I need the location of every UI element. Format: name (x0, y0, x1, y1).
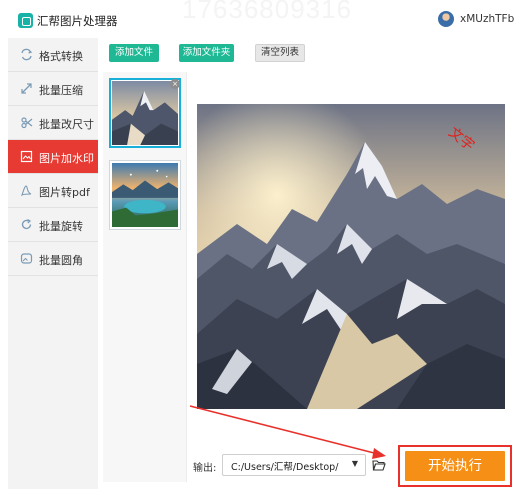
rotate-icon (20, 218, 33, 231)
sidebar-item-label: 批量改尺寸 (39, 118, 94, 131)
remove-thumbnail-icon[interactable]: × (170, 79, 180, 89)
thumbnail-image (112, 81, 178, 145)
resize-icon (20, 116, 33, 129)
sidebar-item-resize[interactable]: 批量改尺寸 (8, 106, 98, 140)
add-folder-button[interactable]: 添加文件夹 (179, 44, 234, 62)
sidebar-item-label: 图片转pdf (39, 186, 90, 199)
thumbnail-image (112, 163, 178, 227)
round-corner-icon (20, 252, 33, 265)
sidebar-item-watermark[interactable]: 图片加水印 (8, 140, 98, 174)
thumbnail-list: × (103, 72, 187, 482)
sidebar-item-to-pdf[interactable]: 图片转pdf (8, 174, 98, 208)
top-watermark-number: 17636809316 (182, 0, 353, 24)
sidebar-item-round-corner[interactable]: 批量圆角 (8, 242, 98, 276)
sidebar-item-label: 批量压缩 (39, 84, 83, 97)
sidebar-item-label: 格式转换 (39, 50, 83, 63)
sidebar-item-format-convert[interactable]: 格式转换 (8, 38, 98, 72)
compress-icon (20, 82, 33, 95)
thumbnail-lake[interactable] (109, 160, 181, 230)
pdf-icon (20, 184, 33, 197)
thumbnail-mountain[interactable]: × (109, 78, 181, 148)
output-path-select[interactable]: C:/Users/汇帮/Desktop/ ▼ (222, 454, 366, 476)
toolbar: 添加文件 添加文件夹 清空列表 (100, 38, 514, 68)
sidebar-item-rotate[interactable]: 批量旋转 (8, 208, 98, 242)
app-window: 汇帮图片处理器 17636809316 xMUzhTFb 格式转换 批量压缩 批… (0, 0, 514, 489)
sidebar-item-label: 图片加水印 (39, 152, 94, 165)
sidebar-item-label: 批量旋转 (39, 220, 83, 233)
image-preview (197, 104, 505, 409)
sidebar-item-label: 批量圆角 (39, 254, 83, 267)
sidebar-item-compress[interactable]: 批量压缩 (8, 72, 98, 106)
add-files-button[interactable]: 添加文件 (109, 44, 159, 62)
app-title: 汇帮图片处理器 (37, 14, 118, 28)
format-convert-icon (20, 48, 33, 61)
start-button[interactable]: 开始执行 (405, 451, 505, 481)
mountain-preview-image (197, 104, 505, 409)
title-bar: 汇帮图片处理器 17636809316 xMUzhTFb (0, 0, 514, 36)
watermark-icon (20, 150, 33, 163)
folder-icon[interactable] (372, 457, 386, 471)
output-path-value: C:/Users/汇帮/Desktop/ (231, 462, 339, 473)
chevron-down-icon: ▼ (351, 459, 358, 468)
clear-list-button[interactable]: 清空列表 (255, 44, 305, 62)
output-label: 输出: (193, 463, 217, 474)
sidebar: 格式转换 批量压缩 批量改尺寸 图片加水印 图片转pdf 批量旋转 批量圆角 (8, 38, 98, 489)
app-logo-icon (18, 13, 33, 28)
username[interactable]: xMUzhTFb (460, 13, 514, 25)
avatar[interactable] (438, 11, 454, 27)
